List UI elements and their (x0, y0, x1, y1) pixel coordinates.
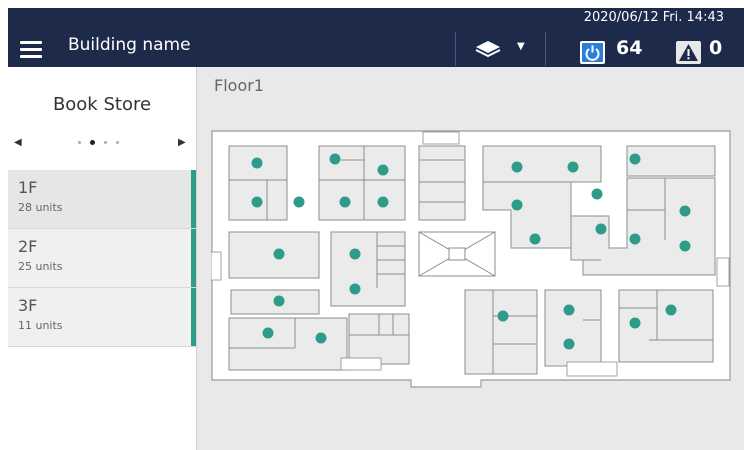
unit-marker (679, 205, 691, 217)
unit-marker (679, 240, 691, 252)
unit-marker (629, 233, 641, 245)
store-name: Book Store (52, 94, 152, 115)
room (626, 145, 716, 177)
sidebar: Book Store ◀ ▶ 1F 28 units 2F 25 units 3… (8, 67, 197, 450)
unit-marker (251, 157, 263, 169)
page-dot[interactable] (104, 141, 107, 144)
unit-marker (563, 338, 575, 350)
building-name[interactable]: Building name (68, 35, 191, 55)
unit-marker (293, 196, 305, 208)
menu-icon-bar-top (20, 41, 42, 44)
floor-item-1f[interactable]: 1F 28 units (8, 170, 196, 229)
hamburger-menu-button[interactable] (20, 41, 42, 58)
warning-count: 0 (709, 37, 723, 59)
floor-name: 3F (18, 296, 38, 315)
unit-marker (251, 196, 263, 208)
unit-marker (377, 164, 389, 176)
unit-marker (511, 161, 523, 173)
unit-marker (629, 153, 641, 165)
floor-title: Floor1 (214, 76, 264, 95)
atrium (418, 231, 496, 277)
top-header: 2020/06/12 Fri. 14:43 Building name ▼ 64… (8, 8, 744, 67)
stairs (422, 131, 460, 145)
floor-item-3f[interactable]: 3F 11 units (8, 288, 196, 347)
unit-marker (563, 304, 575, 316)
power-count: 64 (616, 37, 643, 59)
stairs (716, 257, 730, 287)
stairs (211, 251, 222, 281)
unit-marker (349, 248, 361, 260)
stairs (566, 361, 618, 377)
floor-item-2f[interactable]: 2F 25 units (8, 229, 196, 288)
floor-plan (211, 130, 731, 388)
datetime-label: 2020/06/12 Fri. 14:43 (583, 10, 724, 25)
unit-marker (567, 161, 579, 173)
floor-accent-bar (191, 170, 196, 228)
unit-marker (529, 233, 541, 245)
floor-units: 11 units (18, 319, 63, 332)
unit-marker (497, 310, 509, 322)
room (482, 145, 602, 183)
unit-marker (591, 188, 603, 200)
carousel-prev-arrow-icon[interactable]: ◀ (14, 137, 22, 148)
floor-view: Floor1 (197, 67, 744, 450)
header-divider (455, 32, 456, 66)
power-status-button[interactable] (580, 41, 605, 64)
layer-select-button[interactable]: ▼ (473, 38, 533, 60)
unit-marker (315, 332, 327, 344)
power-icon-background (582, 43, 603, 62)
room (464, 289, 538, 375)
room (228, 145, 288, 221)
warning-icon (679, 44, 698, 61)
layers-icon (475, 41, 501, 58)
room (418, 145, 466, 221)
unit-marker (595, 223, 607, 235)
unit-marker (629, 317, 641, 329)
chevron-down-icon: ▼ (517, 41, 525, 52)
unit-marker (262, 327, 274, 339)
unit-marker (273, 295, 285, 307)
floor-units: 25 units (18, 260, 63, 273)
unit-marker (377, 196, 389, 208)
carousel-page-dots (76, 138, 126, 148)
room (228, 317, 348, 371)
unit-marker (349, 283, 361, 295)
carousel-next-arrow-icon[interactable]: ▶ (178, 137, 186, 148)
floor-accent-bar (191, 288, 196, 346)
unit-marker (339, 196, 351, 208)
unit-marker (273, 248, 285, 260)
floor-name: 1F (18, 178, 38, 197)
floor-units: 28 units (18, 201, 63, 214)
unit-marker (665, 304, 677, 316)
floor-list: 1F 28 units 2F 25 units 3F 11 units (8, 170, 196, 347)
floor-name: 2F (18, 237, 38, 256)
power-icon (585, 45, 600, 61)
menu-icon-bar-bottom (20, 55, 42, 58)
page-dot-active[interactable] (90, 140, 95, 145)
floor-accent-bar (191, 229, 196, 287)
room (544, 289, 602, 367)
menu-icon-bar-middle (20, 48, 42, 51)
stairs (340, 357, 382, 371)
unit-marker (329, 153, 341, 165)
header-divider (545, 32, 546, 66)
page-dot[interactable] (116, 141, 119, 144)
room (330, 231, 406, 307)
app-window: 2020/06/12 Fri. 14:43 Building name ▼ 64… (0, 0, 744, 450)
unit-marker (511, 199, 523, 211)
warning-status-button[interactable] (676, 41, 701, 64)
page-dot[interactable] (78, 141, 81, 144)
